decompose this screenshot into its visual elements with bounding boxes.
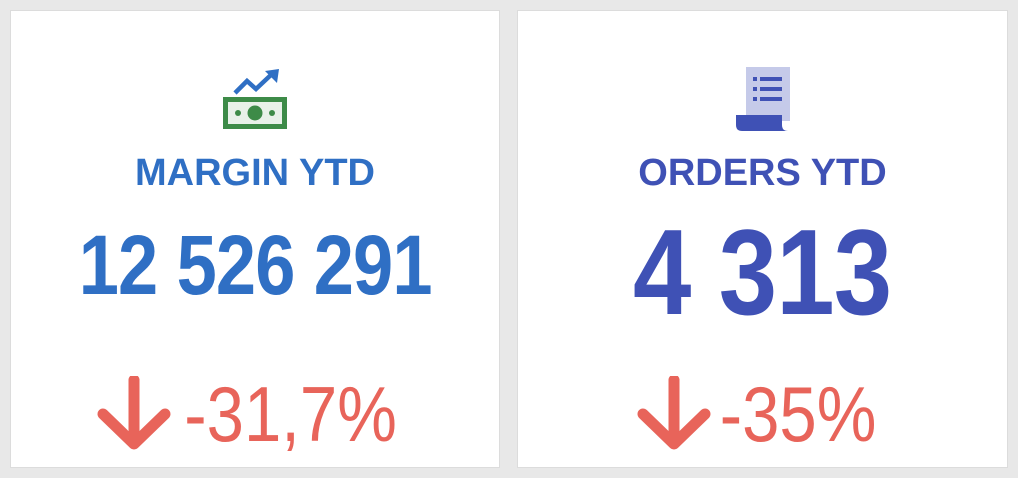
arrow-down-icon: [637, 376, 711, 450]
margin-ytd-card[interactable]: MARGIN YTD 12 526 291 -31,7%: [10, 10, 500, 468]
change-percent: -31,7%: [184, 370, 398, 458]
kpi-change: -31,7%: [11, 375, 499, 453]
kpi-value: 12 526 291: [78, 218, 433, 312]
card-title: ORDERS YTD: [638, 152, 887, 194]
kpi-change: -35%: [518, 375, 1007, 453]
card-title: MARGIN YTD: [135, 152, 375, 194]
kpi-value: 4 313: [633, 204, 892, 340]
kpi-dashboard: MARGIN YTD 12 526 291 -31,7% ORDERS YTD …: [0, 0, 1018, 478]
orders-ytd-card[interactable]: ORDERS YTD 4 313 -35%: [517, 10, 1008, 468]
receipt-list-icon: [734, 61, 792, 131]
change-percent: -35%: [720, 370, 877, 458]
money-trend-icon: [223, 61, 287, 131]
arrow-down-icon: [97, 376, 171, 450]
